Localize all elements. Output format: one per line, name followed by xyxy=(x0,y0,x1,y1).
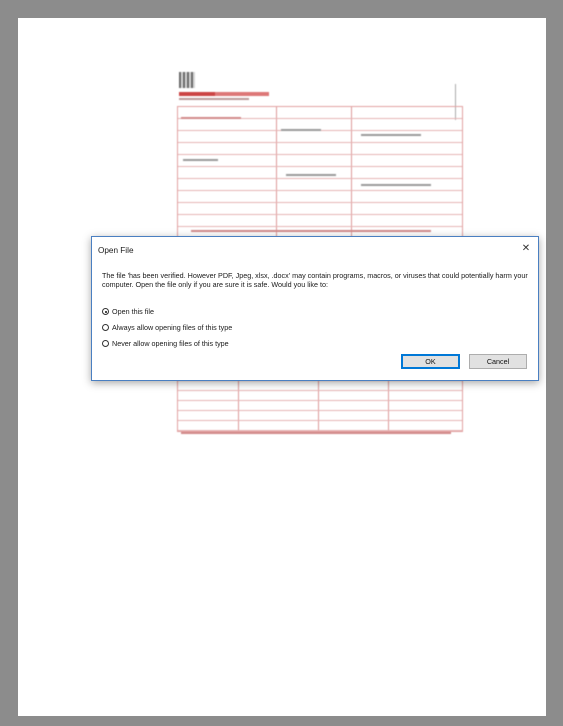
form-line xyxy=(286,174,336,176)
option-open-this-file[interactable]: Open this file xyxy=(102,307,154,316)
option-always-allow[interactable]: Always allow opening files of this type xyxy=(102,323,232,332)
dialog-title: Open File xyxy=(98,246,134,255)
form-line xyxy=(191,230,431,232)
radio-button[interactable] xyxy=(102,324,109,331)
form-upper-grid xyxy=(177,106,463,238)
form-line xyxy=(181,117,241,119)
option-label: Never allow opening files of this type xyxy=(112,339,229,348)
radio-button[interactable] xyxy=(102,340,109,347)
option-label: Open this file xyxy=(112,307,154,316)
open-file-dialog: Open File ✕ The file 'has been verified.… xyxy=(91,236,539,381)
form-line xyxy=(361,134,421,136)
form-line xyxy=(361,184,431,186)
document-page: Open File ✕ The file 'has been verified.… xyxy=(18,18,546,716)
form-title-bar xyxy=(179,92,269,96)
close-icon[interactable]: ✕ xyxy=(520,243,532,255)
form-line xyxy=(281,129,321,131)
ok-button[interactable]: OK xyxy=(401,354,460,369)
radio-button[interactable] xyxy=(102,308,109,315)
option-never-allow[interactable]: Never allow opening files of this type xyxy=(102,339,229,348)
dialog-message: The file 'has been verified. However PDF… xyxy=(102,271,528,289)
cancel-button[interactable]: Cancel xyxy=(469,354,527,369)
form-footer-line xyxy=(181,432,451,434)
form-line xyxy=(183,159,218,161)
qr-code-icon xyxy=(179,72,195,88)
option-label: Always allow opening files of this type xyxy=(112,323,233,332)
form-subtitle-bar xyxy=(179,98,249,100)
